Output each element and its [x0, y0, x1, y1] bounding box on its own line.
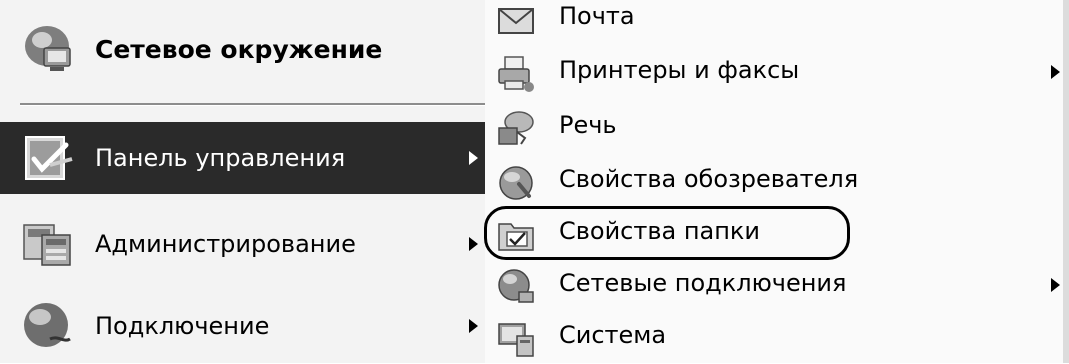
- control-panel-label: Панель управления: [95, 144, 346, 172]
- printers-faxes-label: Принтеры и факсы: [559, 56, 800, 84]
- submenu-item-mail[interactable]: Почта: [485, 0, 1069, 44]
- administrative-tools-icon: [20, 217, 74, 271]
- menu-item-connect-to[interactable]: Подключение: [0, 290, 485, 362]
- submenu-arrow-icon: [469, 319, 478, 333]
- menu-item-network-places[interactable]: Сетевое окружение: [0, 13, 485, 85]
- menu-divider: [20, 103, 485, 106]
- folder-options-highlight-ring: [484, 206, 850, 260]
- submenu-arrow-icon: [469, 151, 478, 165]
- administrative-tools-label: Администрирование: [95, 230, 356, 258]
- network-places-label: Сетевое окружение: [95, 34, 383, 64]
- network-connections-icon: [495, 266, 537, 308]
- mail-icon: [495, 0, 537, 41]
- submenu-item-speech[interactable]: Речь: [485, 101, 1069, 153]
- internet-options-label: Свойства обозревателя: [559, 165, 859, 193]
- submenu-arrow-icon: [469, 237, 478, 251]
- internet-options-icon: [495, 162, 537, 204]
- connect-to-label: Подключение: [95, 312, 270, 340]
- speech-label: Речь: [559, 111, 617, 139]
- submenu-item-printers-faxes[interactable]: Принтеры и факсы: [485, 46, 1069, 98]
- submenu-item-system[interactable]: Система: [485, 311, 1069, 363]
- network-connections-label: Сетевые подключения: [559, 269, 847, 297]
- mail-label: Почта: [559, 2, 635, 30]
- system-label: Система: [559, 321, 667, 349]
- speech-icon: [495, 108, 537, 150]
- control-panel-icon: [20, 131, 74, 185]
- submenu-arrow-icon: [1051, 278, 1060, 292]
- printers-faxes-icon: [495, 53, 537, 95]
- system-icon: [495, 318, 537, 360]
- connect-to-icon: [20, 299, 74, 353]
- menu-item-control-panel[interactable]: Панель управления: [0, 122, 485, 194]
- submenu-arrow-icon: [1051, 65, 1060, 79]
- network-places-icon: [20, 22, 74, 76]
- submenu-item-internet-options[interactable]: Свойства обозревателя: [485, 155, 1069, 207]
- submenu-item-network-connections[interactable]: Сетевые подключения: [485, 259, 1069, 311]
- menu-item-administrative-tools[interactable]: Администрирование: [0, 208, 485, 280]
